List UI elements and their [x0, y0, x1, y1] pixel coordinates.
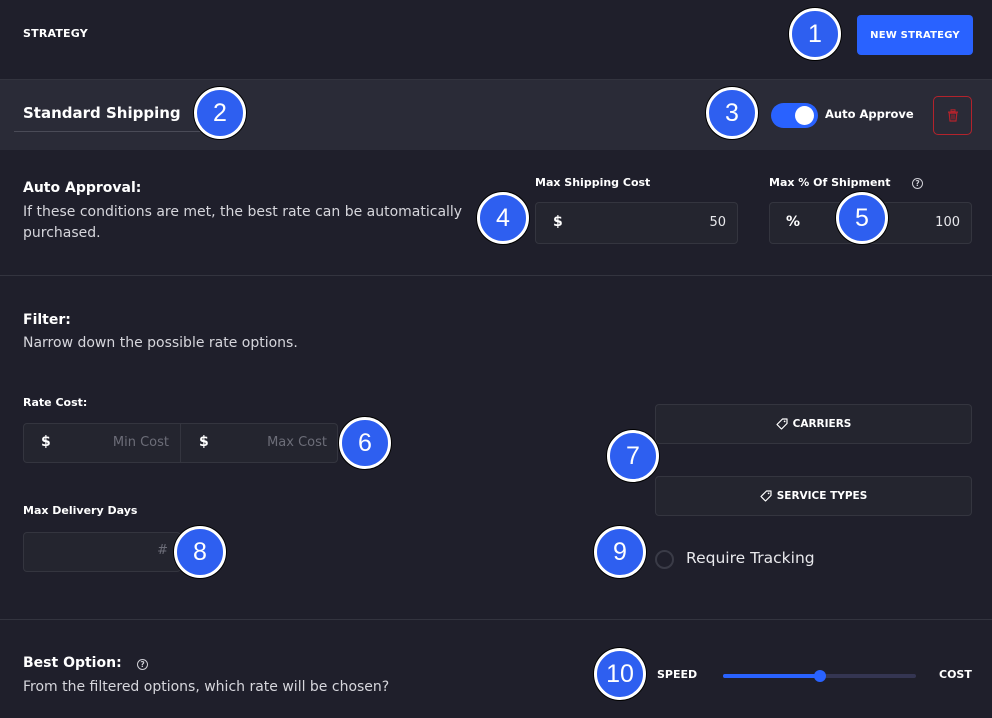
max-cost-filter-placeholder[interactable]: Max Cost: [238, 435, 327, 450]
max-delivery-days-label: Max Delivery Days: [23, 504, 138, 517]
marker-8: 8: [174, 526, 226, 578]
carriers-label: CARRIERS: [792, 418, 852, 430]
filter-title: Filter:: [23, 312, 71, 328]
section-divider: [0, 275, 992, 276]
question-circle-icon[interactable]: ?: [137, 659, 148, 670]
max-cost-filter-prefix: $: [199, 434, 209, 450]
marker-1: 1: [789, 8, 841, 60]
carriers-button[interactable]: CARRIERS: [655, 404, 972, 444]
tag-icon: [776, 418, 788, 430]
service-types-label: SERVICE TYPES: [776, 490, 868, 502]
slider-left-label: SPEED: [657, 668, 698, 681]
strategy-name[interactable]: Standard Shipping: [23, 104, 181, 122]
marker-7: 7: [607, 430, 659, 482]
marker-5: 5: [836, 192, 888, 244]
max-cost-label: Max Shipping Cost: [535, 176, 651, 189]
question-circle-icon[interactable]: ?: [912, 178, 923, 189]
page-header: [0, 0, 992, 79]
marker-6: 6: [339, 417, 391, 469]
max-percent-value[interactable]: 100: [880, 215, 960, 230]
auto-approve-label: Auto Approve: [825, 107, 914, 121]
page-title: STRATEGY: [23, 27, 88, 40]
min-cost-placeholder[interactable]: Min Cost: [80, 435, 169, 450]
service-types-button[interactable]: SERVICE TYPES: [655, 476, 972, 516]
best-option-description: From the filtered options, which rate wi…: [23, 679, 390, 695]
best-option-title: Best Option:: [23, 655, 122, 671]
speed-cost-slider-thumb[interactable]: [813, 670, 826, 682]
section-divider: [0, 619, 992, 620]
require-tracking-label[interactable]: Require Tracking: [686, 549, 815, 567]
marker-10: 10: [594, 648, 646, 700]
marker-9: 9: [594, 526, 646, 578]
max-cost-prefix: $: [553, 214, 563, 230]
marker-4: 4: [477, 192, 529, 244]
delete-strategy-button[interactable]: [933, 96, 972, 135]
toggle-knob[interactable]: [795, 106, 814, 125]
require-tracking-radio[interactable]: [655, 550, 674, 569]
marker-3: 3: [706, 87, 758, 139]
marker-2: 2: [194, 87, 246, 139]
rate-cost-label: Rate Cost:: [23, 396, 88, 409]
speed-cost-slider-fill: [723, 674, 820, 678]
max-percent-label: Max % Of Shipment: [769, 176, 891, 189]
max-percent-prefix: %: [786, 214, 801, 230]
auto-approval-description: If these conditions are met, the best ra…: [23, 204, 463, 241]
max-cost-value[interactable]: 50: [640, 215, 726, 230]
min-cost-prefix: $: [41, 434, 51, 450]
auto-approval-title: Auto Approval:: [23, 180, 142, 196]
new-strategy-button[interactable]: NEW STRATEGY: [857, 15, 973, 55]
trash-icon: [947, 109, 958, 122]
max-delivery-days-placeholder: #: [157, 543, 168, 558]
tag-icon: [760, 490, 772, 502]
filter-description: Narrow down the possible rate options.: [23, 335, 298, 351]
slider-right-label: COST: [939, 668, 972, 681]
